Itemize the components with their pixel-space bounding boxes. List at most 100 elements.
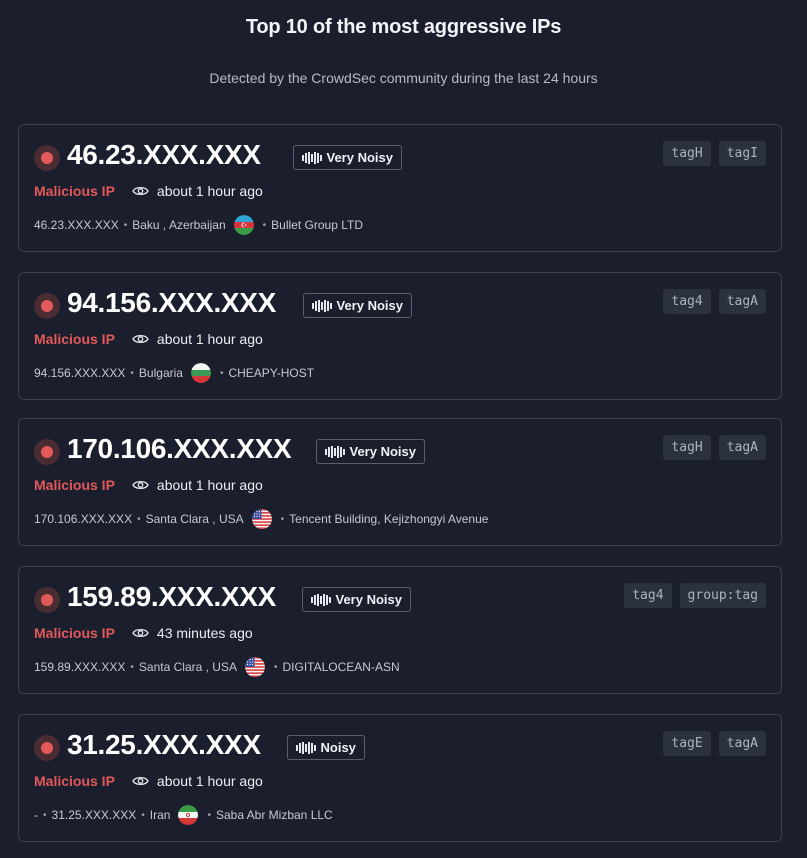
separator-dot: • [207, 809, 211, 821]
malicious-indicator-icon [34, 293, 60, 319]
ip-card[interactable]: 94.156.XXX.XXX Very Noisy Malicious IP abou… [18, 272, 782, 400]
eye-icon [132, 333, 149, 345]
last-seen: about 1 hour ago [156, 773, 263, 789]
ip-meta: 159.89.XXX.XXX • Santa Clara , USA • DIGITAL… [34, 657, 400, 677]
location: Baku , Azerbaijan [132, 218, 226, 232]
last-seen: about 1 hour ago [156, 331, 263, 347]
azerbaijan-flag-icon [233, 215, 254, 235]
iran-flag-icon [178, 805, 199, 825]
noise-label: Noisy [320, 740, 356, 755]
ip-address[interactable]: 31.25.XXX.XXX [67, 729, 261, 761]
tag-chip[interactable]: tagA [718, 289, 766, 314]
ip-meta: 170.106.XXX.XXX • Santa Clara , USA • Tencen… [34, 509, 488, 529]
separator-dot: • [130, 367, 134, 379]
noise-bars-icon [311, 593, 331, 606]
noise-bars-icon [325, 445, 345, 458]
noise-label: Very Noisy [326, 150, 394, 165]
location: Santa Clara , USA [138, 660, 237, 674]
malicious-indicator-icon [34, 439, 60, 465]
malicious-label: Malicious IP [34, 477, 115, 493]
separator-dot: • [219, 367, 224, 379]
malicious-label: Malicious IP [34, 773, 115, 789]
usa-flag-icon [244, 657, 265, 677]
meta-ip: 159.89.XXX.XXX [34, 660, 126, 674]
bulgaria-flag-icon [190, 363, 211, 383]
meta-prefix: - [34, 808, 38, 822]
ip-address[interactable]: 159.89.XXX.XXX [67, 581, 276, 613]
tag-chip[interactable]: group:tag [679, 583, 766, 608]
noise-badge: Noisy [287, 735, 365, 760]
ip-meta: - • 31.25.XXX.XXX • Iran • Saba Abr Mizban LLC [34, 805, 333, 825]
tag-chip[interactable]: tagI [718, 141, 766, 166]
asn-name: DIGITALOCEAN-ASN [282, 660, 400, 674]
noise-label: Very Noisy [336, 298, 404, 313]
separator-dot: • [280, 513, 285, 525]
meta-ip: 31.25.XXX.XXX [51, 808, 137, 822]
page: Top 10 of the most aggressive IPs Detect… [0, 0, 807, 858]
tag-chip[interactable]: tagH [663, 141, 711, 166]
last-seen: about 1 hour ago [156, 183, 263, 199]
last-seen: about 1 hour ago [156, 477, 263, 493]
ip-card[interactable]: 31.25.XXX.XXX Noisy Malicious IP about 1 ho… [18, 714, 782, 842]
location: Bulgaria [138, 366, 183, 380]
malicious-label: Malicious IP [34, 625, 115, 641]
tag-chip[interactable]: tagH [663, 435, 711, 460]
eye-icon [132, 479, 149, 491]
meta-ip: 46.23.XXX.XXX [34, 218, 119, 232]
page-title: Top 10 of the most aggressive IPs [245, 16, 562, 38]
malicious-label: Malicious IP [34, 183, 115, 199]
noise-badge: Very Noisy [293, 145, 402, 170]
noise-badge: Very Noisy [302, 587, 411, 612]
eye-icon [132, 775, 149, 787]
ip-card[interactable]: 170.106.XXX.XXX Very Noisy Malicious IP abo… [18, 418, 782, 546]
status-line: Malicious IP about 1 hour ago [34, 183, 263, 199]
ip-card[interactable]: 159.89.XXX.XXX Very Noisy Malicious IP 43 m… [18, 566, 782, 694]
tag-chip[interactable]: tagA [718, 435, 766, 460]
ip-card[interactable]: 46.23.XXX.XXX Very Noisy Malicious IP about… [18, 124, 782, 252]
last-seen: 43 minutes ago [156, 625, 253, 641]
status-line: Malicious IP about 1 hour ago [34, 773, 263, 789]
location: Iran [149, 808, 171, 822]
tag-chip[interactable]: tag4 [663, 289, 711, 314]
asn-name: Bullet Group LTD [271, 218, 363, 232]
noise-badge: Very Noisy [303, 293, 412, 318]
separator-dot: • [123, 219, 128, 231]
tag-list: tagH tagI [663, 141, 766, 166]
ip-meta: 94.156.XXX.XXX • Bulgaria • CHEAPY-HOST [34, 363, 314, 383]
malicious-indicator-icon [34, 735, 60, 761]
tag-list: tagH tagA [663, 435, 766, 460]
noise-badge: Very Noisy [316, 439, 425, 464]
eye-icon [132, 627, 149, 639]
tag-list: tag4 group:tag [624, 583, 766, 608]
ip-address[interactable]: 170.106.XXX.XXX [67, 433, 292, 465]
tag-list: tag4 tagA [663, 289, 766, 314]
ip-address[interactable]: 46.23.XXX.XXX [67, 139, 261, 171]
noise-bars-icon [302, 151, 322, 164]
tag-chip[interactable]: tagE [663, 731, 711, 756]
separator-dot: • [43, 809, 47, 821]
separator-dot: • [130, 661, 134, 673]
noise-label: Very Noisy [349, 444, 417, 459]
noise-bars-icon [312, 299, 332, 312]
location: Santa Clara , USA [145, 512, 244, 526]
usa-flag-icon [251, 509, 272, 529]
ip-address[interactable]: 94.156.XXX.XXX [67, 287, 276, 319]
separator-dot: • [262, 219, 267, 231]
asn-name: Tencent Building, Kejizhongyi Avenue [289, 512, 489, 526]
asn-name: CHEAPY-HOST [228, 366, 315, 380]
noise-bars-icon [296, 741, 316, 754]
tag-list: tagE tagA [663, 731, 766, 756]
page-subtitle: Detected by the CrowdSec community durin… [209, 70, 598, 86]
tag-chip[interactable]: tag4 [624, 583, 672, 608]
tag-chip[interactable]: tagA [718, 731, 766, 756]
asn-name: Saba Abr Mizban LLC [215, 808, 333, 822]
status-line: Malicious IP 43 minutes ago [34, 625, 253, 641]
noise-label: Very Noisy [335, 592, 403, 607]
eye-icon [132, 185, 149, 197]
malicious-indicator-icon [34, 145, 60, 171]
ip-meta: 46.23.XXX.XXX • Baku , Azerbaijan • Bullet G… [34, 215, 363, 235]
status-line: Malicious IP about 1 hour ago [34, 331, 263, 347]
meta-ip: 94.156.XXX.XXX [34, 366, 126, 380]
malicious-label: Malicious IP [34, 331, 115, 347]
separator-dot: • [141, 809, 145, 821]
